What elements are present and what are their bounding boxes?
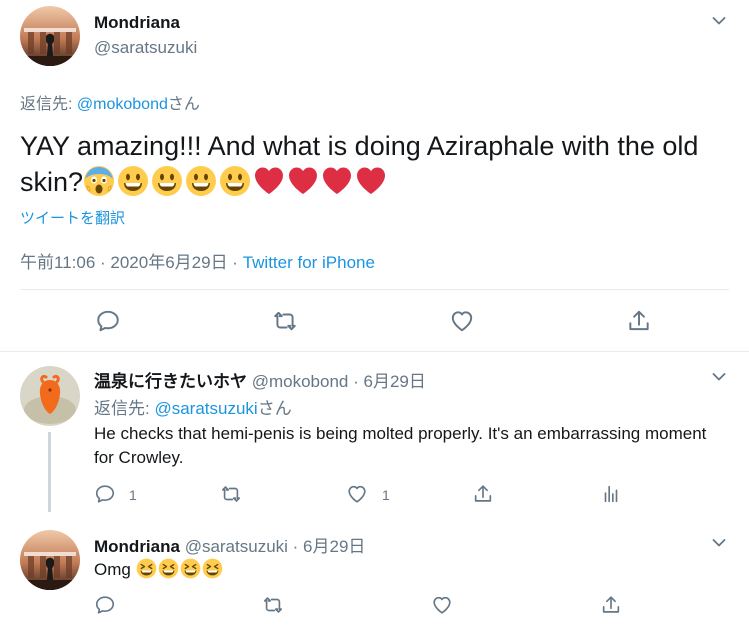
red-heart-emoji-icon [287, 165, 319, 197]
tweet-text: YAY amazing!!! And what is doing Aziraph… [20, 128, 720, 200]
main-tweet: Mondriana @saratsuzuki 返信先: @mokobondさん … [0, 0, 749, 352]
tweet-meta: 午前11:06 · 2020年6月29日 · Twitter for iPhon… [20, 248, 375, 273]
chevron-down-icon[interactable] [712, 538, 726, 548]
tweet-actions [0, 306, 749, 336]
laughing-face-emoji-icon [136, 558, 157, 579]
reply-to-prefix: 返信先: [20, 96, 77, 113]
retweet-icon[interactable] [262, 594, 284, 616]
red-heart-emoji-icon [253, 165, 285, 197]
reply-count: 1 [129, 487, 137, 503]
separator: · [348, 372, 364, 391]
like-icon[interactable] [346, 483, 368, 505]
avatar[interactable] [20, 530, 80, 590]
author-handle[interactable]: @saratsuzuki [94, 38, 197, 58]
reply-to: 返信先: @mokobondさん [20, 90, 200, 114]
red-heart-emoji-icon [321, 165, 353, 197]
grinning-face-emoji-icon [185, 165, 217, 197]
reply-to-prefix: 返信先: [94, 399, 155, 418]
tweet-source-link[interactable]: Twitter for iPhone [243, 253, 375, 272]
reply-icon[interactable] [94, 483, 116, 505]
share-icon[interactable] [626, 308, 652, 334]
avatar[interactable] [20, 366, 80, 426]
avatar[interactable] [20, 6, 80, 66]
author-handle[interactable]: @mokobond [252, 372, 349, 391]
divider [20, 289, 729, 290]
like-icon[interactable] [431, 594, 453, 616]
tweet-text: Omg [94, 558, 714, 582]
reply-date[interactable]: 6月29日 [364, 372, 426, 391]
analytics-icon[interactable] [600, 483, 622, 505]
tweet-timestamp[interactable]: 午前11:06 · 2020年6月29日 · [20, 253, 243, 272]
retweet-icon[interactable] [272, 308, 298, 334]
reply-tweet: Mondriana @saratsuzuki · 6月29日 Omg [0, 520, 749, 630]
red-heart-emoji-icon [355, 165, 387, 197]
author-name[interactable]: Mondriana [94, 537, 180, 556]
grinning-face-emoji-icon [117, 165, 149, 197]
reply-date[interactable]: 6月29日 [303, 537, 365, 556]
grinning-face-emoji-icon [219, 165, 251, 197]
reply-header: 温泉に行きたいホヤ @mokobond · 6月29日 [94, 367, 426, 392]
reply-to-handle-link[interactable]: @saratsuzuki [154, 399, 257, 418]
chevron-down-icon[interactable] [712, 16, 726, 26]
translate-tweet-link[interactable]: ツイートを翻訳 [20, 207, 125, 228]
reply-header: Mondriana @saratsuzuki · 6月29日 [94, 532, 365, 557]
reply-icon[interactable] [95, 308, 121, 334]
separator: · [287, 537, 304, 556]
like-count: 1 [382, 487, 390, 503]
like-icon[interactable] [449, 308, 475, 334]
grinning-face-emoji-icon [151, 165, 183, 197]
author-name[interactable]: 温泉に行きたいホヤ [94, 372, 247, 391]
reply-icon[interactable] [94, 594, 116, 616]
share-icon[interactable] [472, 483, 494, 505]
reply-to: 返信先: @saratsuzukiさん [94, 394, 292, 419]
tweet-actions [0, 593, 749, 619]
author-handle[interactable]: @saratsuzuki [185, 537, 288, 556]
tweet-actions: 1 1 [0, 482, 749, 508]
share-icon[interactable] [600, 594, 622, 616]
laughing-face-emoji-icon [202, 558, 223, 579]
tweet-body: Omg [94, 560, 131, 579]
retweet-icon[interactable] [220, 483, 242, 505]
reply-tweet: 温泉に行きたいホヤ @mokobond · 6月29日 返信先: @sarats… [0, 352, 749, 520]
chevron-down-icon[interactable] [712, 372, 726, 382]
tweet-text: He checks that hemi-penis is being molte… [94, 424, 707, 467]
author-name[interactable]: Mondriana [94, 13, 180, 33]
reply-to-suffix: さん [257, 399, 292, 418]
laughing-face-emoji-icon [158, 558, 179, 579]
reply-to-suffix: さん [167, 96, 200, 113]
laughing-face-emoji-icon [180, 558, 201, 579]
reply-to-handle-link[interactable]: @mokobond [77, 96, 168, 113]
face-screaming-emoji-icon [83, 165, 115, 197]
